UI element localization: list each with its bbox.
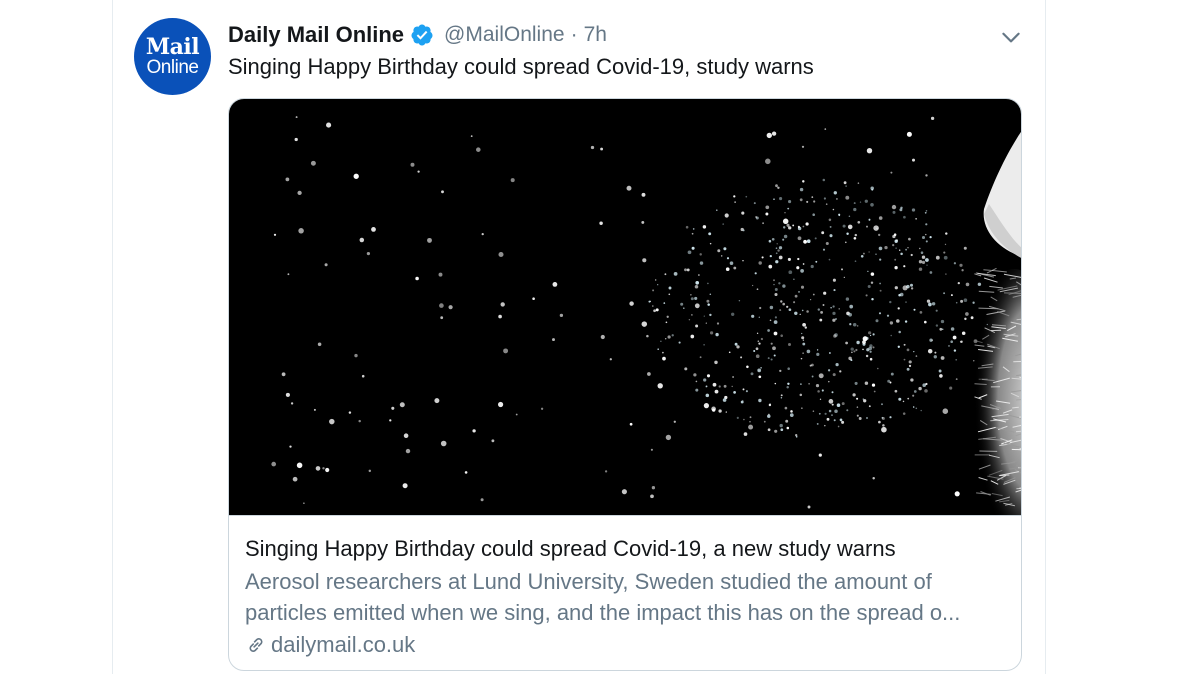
verified-badge-icon <box>411 24 433 46</box>
tweet-text: Singing Happy Birthday could spread Covi… <box>228 54 814 79</box>
link-card[interactable]: Singing Happy Birthday could spread Covi… <box>228 98 1022 671</box>
card-body[interactable]: Singing Happy Birthday could spread Covi… <box>229 515 1021 670</box>
handle[interactable]: @MailOnline <box>444 23 565 47</box>
display-name[interactable]: Daily Mail Online <box>228 22 404 48</box>
card-description: Aerosol researchers at Lund University, … <box>245 569 961 625</box>
avatar-online-text: Online <box>146 56 199 78</box>
tweet-header: Daily Mail Online @MailOnline · 7h <box>228 20 607 50</box>
chevron-down-icon[interactable] <box>998 24 1024 50</box>
timestamp[interactable]: 7h <box>584 23 607 47</box>
card-domain-text: dailymail.co.uk <box>271 632 416 657</box>
avatar[interactable]: Mail Online <box>134 18 211 95</box>
link-icon <box>249 638 263 652</box>
card-domain[interactable]: dailymail.co.uk <box>245 632 415 658</box>
avatar-mail-text: Mail <box>145 33 200 60</box>
card-image[interactable] <box>229 99 1022 515</box>
card-title[interactable]: Singing Happy Birthday could spread Covi… <box>245 536 896 562</box>
separator-dot: · <box>570 23 578 46</box>
